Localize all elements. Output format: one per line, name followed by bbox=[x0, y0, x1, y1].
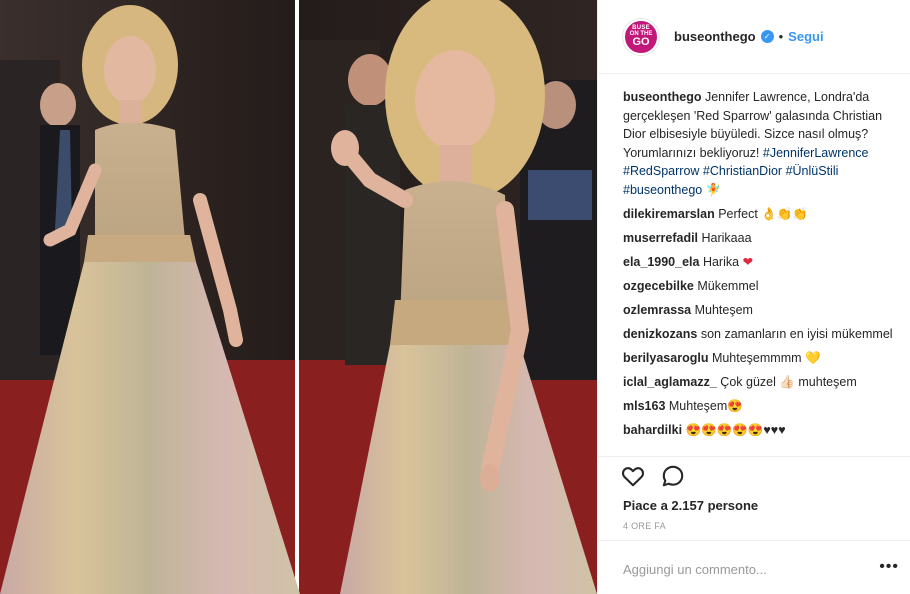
post-username[interactable]: buseonthego bbox=[674, 29, 756, 44]
comment-username[interactable]: muserrefadil bbox=[623, 231, 698, 245]
comment-item: mls163 Muhteşem😍 bbox=[623, 397, 898, 416]
comment-text: Mükemmel bbox=[697, 279, 759, 293]
comment-text: Perfect 👌👏👏 bbox=[718, 207, 808, 221]
comment-item: ela_1990_ela Harika ❤ bbox=[623, 253, 898, 272]
comment-bubble-icon[interactable] bbox=[660, 463, 686, 492]
post-sidebar: BUSE ON THE GO buseonthego ✓ • Segui bus… bbox=[597, 0, 910, 594]
comment-item: ozgecebilke Mükemmel bbox=[623, 277, 898, 296]
comment-item: iclal_aglamazz_ Çok güzel 👍🏻 muhteşem bbox=[623, 373, 898, 392]
post-header: BUSE ON THE GO buseonthego ✓ • Segui bbox=[598, 0, 910, 74]
comment-text: Muhteşem😍 bbox=[668, 399, 743, 413]
comment-text: Çok güzel 👍🏻 muhteşem bbox=[720, 375, 857, 389]
photo-illustration bbox=[0, 0, 597, 594]
comment-item: denizkozans son zamanların en iyisi müke… bbox=[623, 325, 898, 344]
comment-text: Muhteşemmmm 💛 bbox=[711, 351, 821, 365]
comment-username[interactable]: ozlemrassa bbox=[623, 303, 691, 317]
comment-input[interactable]: Aggiungi un commento... bbox=[623, 562, 767, 577]
caption-emoji: 🧚 bbox=[705, 182, 722, 197]
comment-username[interactable]: ozgecebilke bbox=[623, 279, 694, 293]
caption-username[interactable]: buseonthego bbox=[623, 90, 701, 104]
comment-username[interactable]: bahardilki bbox=[623, 423, 682, 437]
comment-text: son zamanların en iyisi mükemmel bbox=[700, 327, 893, 341]
comment-username[interactable]: ela_1990_ela bbox=[623, 255, 699, 269]
avatar[interactable]: BUSE ON THE GO bbox=[623, 18, 659, 55]
comment-username[interactable]: denizkozans bbox=[623, 327, 697, 341]
comment-username[interactable]: berilyasaroglu bbox=[623, 351, 708, 365]
follow-button[interactable]: Segui bbox=[788, 29, 823, 44]
comment-username[interactable]: mls163 bbox=[623, 399, 665, 413]
post-actions: Piace a 2.157 persone 4 ORE FA bbox=[598, 456, 910, 540]
comment-text: Harikaaa bbox=[701, 231, 752, 245]
comment-username[interactable]: dilekiremarslan bbox=[623, 207, 715, 221]
comment-text: 😍😍😍😍😍♥♥♥ bbox=[685, 423, 786, 437]
add-comment-bar: Aggiungi un commento... ••• bbox=[598, 540, 910, 594]
post-timestamp: 4 ORE FA bbox=[623, 521, 666, 531]
post-photo[interactable] bbox=[0, 0, 597, 594]
comment-item: bahardilki 😍😍😍😍😍♥♥♥ bbox=[623, 421, 898, 440]
comment-item: ozlemrassa Muhteşem bbox=[623, 301, 898, 320]
more-options-icon[interactable]: ••• bbox=[879, 558, 899, 576]
comment-item: muserrefadil Harikaaa bbox=[623, 229, 898, 248]
verified-badge-icon: ✓ bbox=[760, 30, 774, 43]
comments-list[interactable]: buseonthego Jennifer Lawrence, Londra'da… bbox=[623, 88, 898, 456]
separator-dot: • bbox=[778, 29, 784, 44]
comment-item: dilekiremarslan Perfect 👌👏👏 bbox=[623, 205, 898, 224]
caption: buseonthego Jennifer Lawrence, Londra'da… bbox=[623, 88, 898, 199]
likes-count[interactable]: Piace a 2.157 persone bbox=[623, 498, 758, 513]
like-heart-icon[interactable] bbox=[620, 463, 646, 492]
action-icons bbox=[620, 463, 686, 492]
comment-text: Harika bbox=[702, 255, 740, 269]
heart-emoji: ❤ bbox=[742, 255, 754, 269]
comment-item: berilyasaroglu Muhteşemmmm 💛 bbox=[623, 349, 898, 368]
comment-text: Muhteşem bbox=[694, 303, 753, 317]
comment-username[interactable]: iclal_aglamazz_ bbox=[623, 375, 717, 389]
